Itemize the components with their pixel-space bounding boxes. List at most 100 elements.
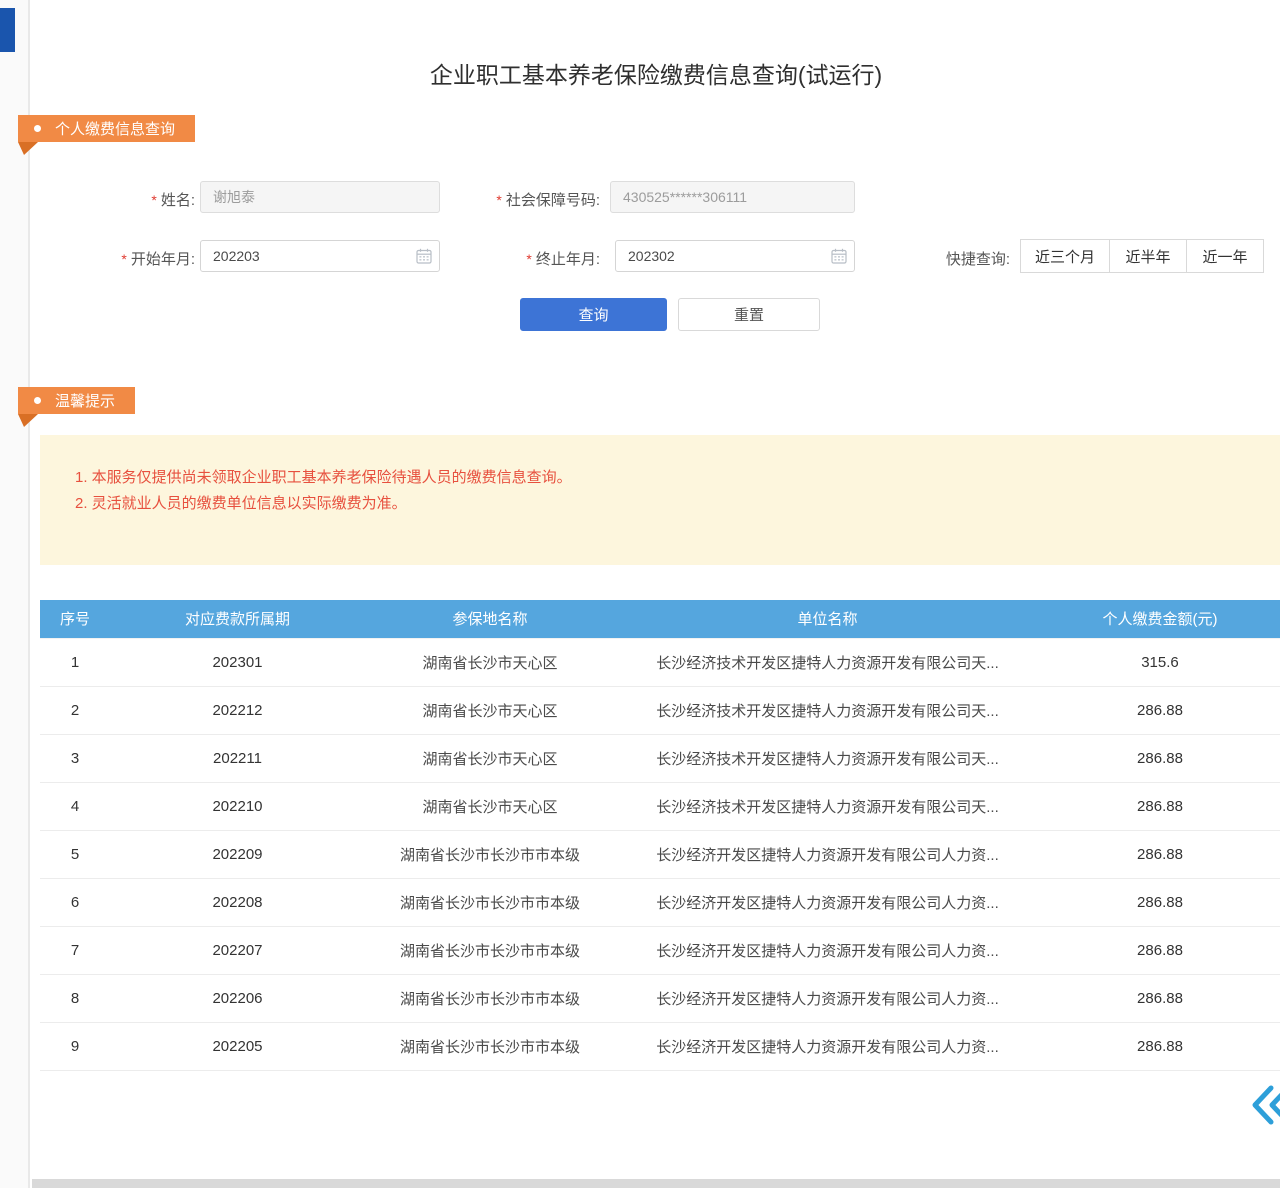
header-insured-place: 参保地名称	[365, 600, 615, 638]
bullet-dot-icon	[34, 125, 41, 132]
header-period: 对应费款所属期	[110, 600, 365, 638]
table-cell: 202208	[110, 878, 365, 926]
required-asterisk: *	[121, 251, 126, 267]
ssn-field-wrap	[610, 181, 855, 213]
table-cell: 202211	[110, 734, 365, 782]
end-month-label: *终止年月:	[440, 248, 600, 269]
section-badge-label: 个人缴费信息查询	[55, 118, 175, 139]
table-row: 2202212湖南省长沙市天心区长沙经济技术开发区捷特人力资源开发有限公司天..…	[40, 686, 1280, 734]
required-asterisk: *	[496, 192, 501, 208]
ssn-label: *社会保障号码:	[440, 189, 600, 210]
reset-button[interactable]: 重置	[678, 298, 820, 331]
table-cell: 3	[40, 734, 110, 782]
table-cell: 202212	[110, 686, 365, 734]
table-row: 4202210湖南省长沙市天心区长沙经济技术开发区捷特人力资源开发有限公司天..…	[40, 782, 1280, 830]
ssn-field[interactable]	[610, 181, 855, 213]
double-chevron-left-icon[interactable]	[1250, 1082, 1280, 1128]
table-cell: 5	[40, 830, 110, 878]
table-cell: 湖南省长沙市长沙市市本级	[365, 974, 615, 1022]
table-cell: 286.88	[1040, 926, 1280, 974]
quick-btn-last-year[interactable]: 近一年	[1186, 239, 1264, 273]
query-button[interactable]: 查询	[520, 298, 667, 331]
table-cell: 长沙经济技术开发区捷特人力资源开发有限公司天...	[615, 782, 1040, 830]
table-row: 9202205湖南省长沙市长沙市市本级长沙经济开发区捷特人力资源开发有限公司人力…	[40, 1022, 1280, 1070]
bullet-dot-icon	[34, 397, 41, 404]
table-cell: 286.88	[1040, 734, 1280, 782]
table-cell: 4	[40, 782, 110, 830]
start-month-label: *开始年月:	[60, 248, 195, 269]
start-month-field-wrap	[200, 240, 440, 272]
table-cell: 湖南省长沙市天心区	[365, 782, 615, 830]
table-body: 1202301湖南省长沙市天心区长沙经济技术开发区捷特人力资源开发有限公司天..…	[40, 638, 1280, 1070]
table-cell: 202210	[110, 782, 365, 830]
table-cell: 202206	[110, 974, 365, 1022]
table-cell: 286.88	[1040, 686, 1280, 734]
table-cell: 长沙经济开发区捷特人力资源开发有限公司人力资...	[615, 830, 1040, 878]
quick-query-label: 快捷查询:	[870, 248, 1010, 269]
table-cell: 湖南省长沙市长沙市市本级	[365, 878, 615, 926]
table-cell: 湖南省长沙市天心区	[365, 686, 615, 734]
calendar-icon[interactable]	[416, 248, 432, 264]
table-cell: 长沙经济技术开发区捷特人力资源开发有限公司天...	[615, 686, 1040, 734]
name-label: *姓名:	[60, 189, 195, 210]
table-cell: 长沙经济技术开发区捷特人力资源开发有限公司天...	[615, 734, 1040, 782]
table-cell: 286.88	[1040, 782, 1280, 830]
table-cell: 202207	[110, 926, 365, 974]
table-row: 3202211湖南省长沙市天心区长沙经济技术开发区捷特人力资源开发有限公司天..…	[40, 734, 1280, 782]
table-cell: 湖南省长沙市长沙市市本级	[365, 830, 615, 878]
table-cell: 长沙经济开发区捷特人力资源开发有限公司人力资...	[615, 878, 1040, 926]
table-cell: 长沙经济开发区捷特人力资源开发有限公司人力资...	[615, 1022, 1040, 1070]
table-row: 1202301湖南省长沙市天心区长沙经济技术开发区捷特人力资源开发有限公司天..…	[40, 638, 1280, 686]
table-cell: 长沙经济技术开发区捷特人力资源开发有限公司天...	[615, 638, 1040, 686]
table-cell: 315.6	[1040, 638, 1280, 686]
notice-box: 1. 本服务仅提供尚未领取企业职工基本养老保险待遇人员的缴费信息查询。 2. 灵…	[40, 435, 1280, 565]
required-asterisk: *	[526, 251, 531, 267]
payment-table: 序号 对应费款所属期 参保地名称 单位名称 个人缴费金额(元) 1202301湖…	[40, 600, 1280, 1071]
notice-line: 2. 灵活就业人员的缴费单位信息以实际缴费为准。	[75, 491, 1260, 517]
end-month-field-wrap	[615, 240, 855, 272]
table-cell: 长沙经济开发区捷特人力资源开发有限公司人力资...	[615, 926, 1040, 974]
table-cell: 1	[40, 638, 110, 686]
table-cell: 286.88	[1040, 878, 1280, 926]
table-cell: 6	[40, 878, 110, 926]
table-cell: 202209	[110, 830, 365, 878]
end-month-field[interactable]	[615, 240, 855, 272]
page-title: 企业职工基本养老保险缴费信息查询(试运行)	[32, 56, 1280, 90]
table-cell: 9	[40, 1022, 110, 1070]
table-row: 8202206湖南省长沙市长沙市市本级长沙经济开发区捷特人力资源开发有限公司人力…	[40, 974, 1280, 1022]
table-header-row: 序号 对应费款所属期 参保地名称 单位名称 个人缴费金额(元)	[40, 600, 1280, 638]
notice-line: 1. 本服务仅提供尚未领取企业职工基本养老保险待遇人员的缴费信息查询。	[75, 465, 1260, 491]
table-row: 7202207湖南省长沙市长沙市市本级长沙经济开发区捷特人力资源开发有限公司人力…	[40, 926, 1280, 974]
table-cell: 湖南省长沙市长沙市市本级	[365, 1022, 615, 1070]
section-badge-label: 温馨提示	[55, 390, 115, 411]
table-cell: 202205	[110, 1022, 365, 1070]
table-row: 5202209湖南省长沙市长沙市市本级长沙经济开发区捷特人力资源开发有限公司人力…	[40, 830, 1280, 878]
section-badge-personal-query: 个人缴费信息查询	[18, 115, 195, 142]
table-cell: 286.88	[1040, 1022, 1280, 1070]
table-cell: 长沙经济开发区捷特人力资源开发有限公司人力资...	[615, 974, 1040, 1022]
section-badge-tips: 温馨提示	[18, 387, 135, 414]
table-cell: 202301	[110, 638, 365, 686]
bottom-scrollbar-track[interactable]	[32, 1179, 1280, 1188]
header-employer: 单位名称	[615, 600, 1040, 638]
table-row: 6202208湖南省长沙市长沙市市本级长沙经济开发区捷特人力资源开发有限公司人力…	[40, 878, 1280, 926]
screen: 企业职工基本养老保险缴费信息查询(试运行) 个人缴费信息查询 *姓名: *社会保…	[0, 0, 1280, 1188]
header-amount: 个人缴费金额(元)	[1040, 600, 1280, 638]
quick-query-group: 近三个月 近半年 近一年	[1020, 239, 1264, 273]
name-field-wrap	[200, 181, 440, 213]
table-cell: 2	[40, 686, 110, 734]
table-cell: 湖南省长沙市天心区	[365, 638, 615, 686]
start-month-field[interactable]	[200, 240, 440, 272]
calendar-icon[interactable]	[831, 248, 847, 264]
table-cell: 湖南省长沙市长沙市市本级	[365, 926, 615, 974]
table-cell: 8	[40, 974, 110, 1022]
quick-btn-last-3-months[interactable]: 近三个月	[1020, 239, 1110, 273]
left-sidebar-strip	[0, 0, 30, 1188]
sidebar-collapsed-tab[interactable]	[0, 8, 15, 52]
quick-btn-last-half-year[interactable]: 近半年	[1109, 239, 1187, 273]
table-cell: 7	[40, 926, 110, 974]
required-asterisk: *	[151, 192, 156, 208]
header-seq: 序号	[40, 600, 110, 638]
name-field[interactable]	[200, 181, 440, 213]
table-cell: 286.88	[1040, 974, 1280, 1022]
